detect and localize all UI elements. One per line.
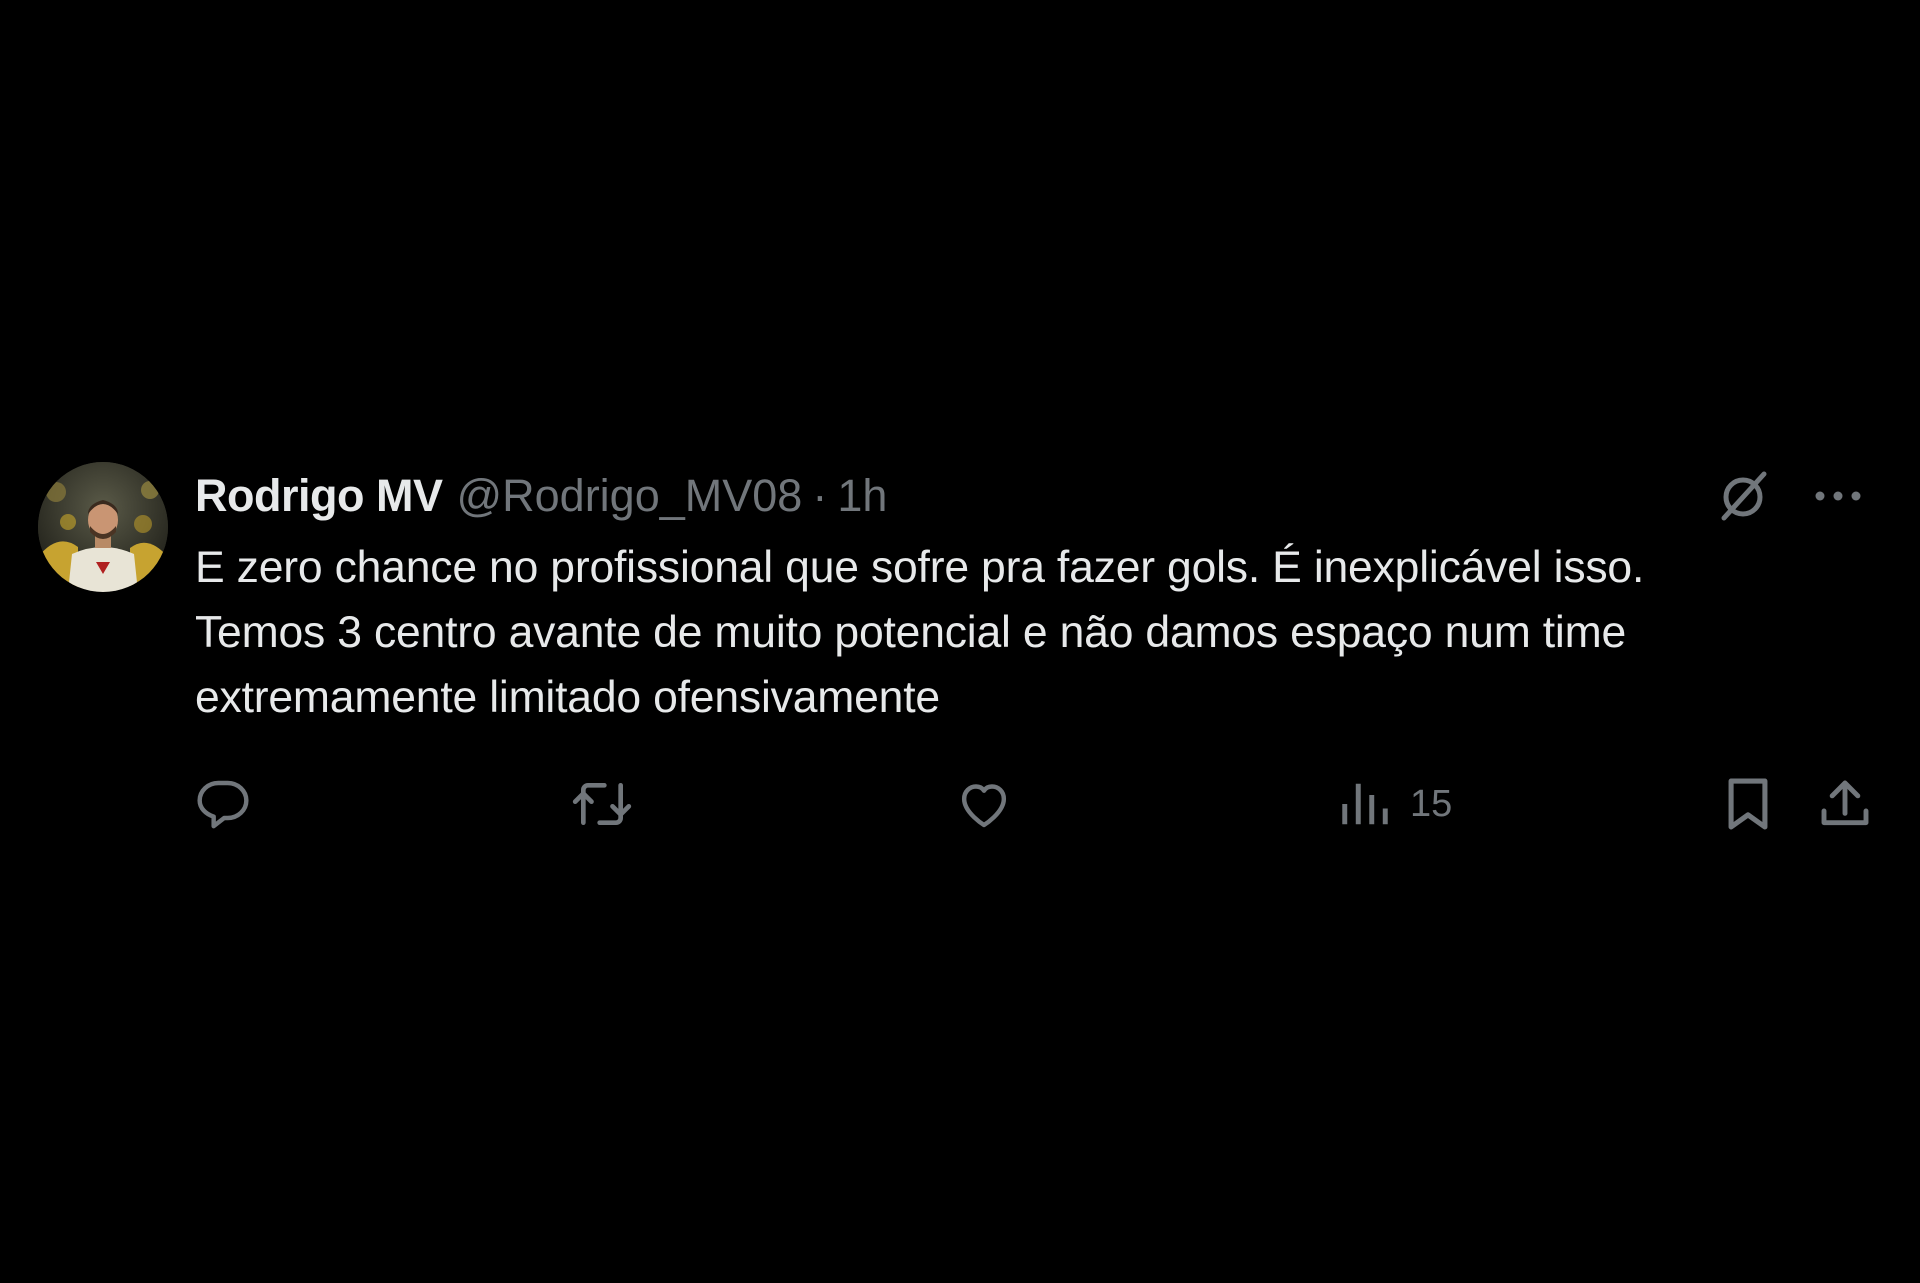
retweet-icon (572, 783, 632, 825)
reply-icon (197, 780, 249, 829)
display-name[interactable]: Rodrigo MV (195, 470, 443, 522)
heart-icon (961, 784, 1007, 828)
views-count: 15 (1410, 782, 1453, 825)
avatar[interactable] (38, 462, 168, 592)
tweet-text: E zero chance no profissional que sofre … (195, 543, 1645, 722)
separator-dot: · (812, 470, 828, 521)
more-icon (1815, 491, 1861, 501)
bookmark-button[interactable] (1723, 772, 1773, 836)
user-handle[interactable]: @Rodrigo_MV08 (456, 470, 802, 522)
avatar-image (38, 462, 168, 592)
tweet[interactable]: Rodrigo MV @Rodrigo_MV08 · 1h E zero cha… (0, 0, 1920, 1283)
like-button[interactable] (955, 772, 1031, 836)
timestamp[interactable]: 1h (837, 470, 887, 522)
header-actions (1716, 466, 1862, 526)
grok-button[interactable] (1716, 468, 1772, 524)
share-icon (1821, 780, 1869, 826)
grok-icon (1721, 471, 1767, 521)
retweet-button[interactable] (571, 772, 651, 836)
share-button[interactable] (1817, 772, 1873, 836)
more-button[interactable] (1814, 488, 1862, 504)
bookmark-icon (1728, 778, 1768, 830)
tweet-header: Rodrigo MV @Rodrigo_MV08 · 1h (195, 466, 887, 526)
tweet-actions: 15 (195, 772, 1875, 836)
reply-button[interactable] (195, 772, 269, 836)
views-icon (1342, 783, 1388, 825)
views-button[interactable]: 15 (1338, 772, 1452, 836)
